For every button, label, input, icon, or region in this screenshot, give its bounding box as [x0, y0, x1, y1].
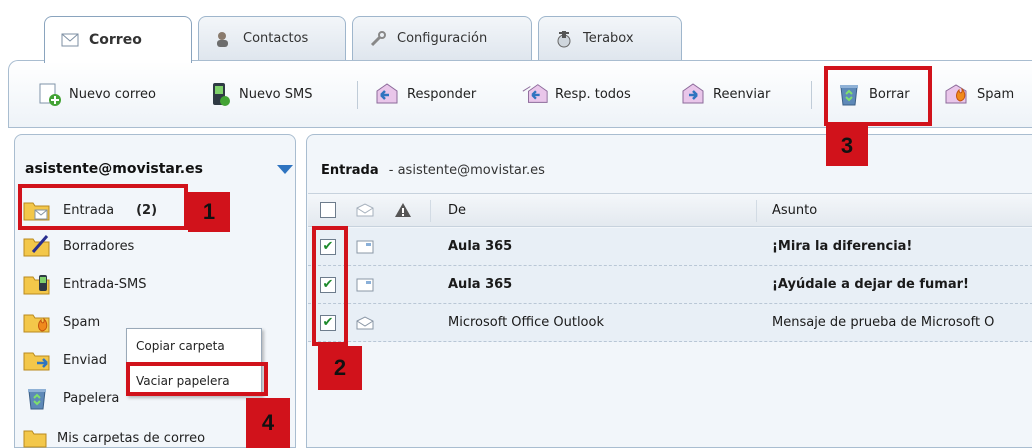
new-sms-button[interactable]: Nuevo SMS	[205, 77, 312, 111]
tab-terabox[interactable]: Terabox	[538, 16, 682, 60]
toolbar-separator	[811, 81, 812, 109]
envelope-icon	[59, 29, 81, 51]
sender: Microsoft Office Outlook	[448, 315, 604, 330]
trash-folder-icon	[23, 384, 51, 412]
new-mail-icon	[35, 80, 63, 108]
wrench-icon	[367, 28, 389, 50]
read-status-column-icon[interactable]	[356, 194, 374, 226]
column-separator	[756, 200, 757, 222]
tab-label: Configuración	[397, 31, 488, 46]
reply-all-label: Resp. todos	[555, 86, 631, 102]
priority-column-icon[interactable]	[394, 194, 412, 226]
step-badge-3: 3	[826, 126, 868, 166]
drafts-folder-icon	[23, 232, 51, 260]
spam-label: Spam	[977, 86, 1015, 102]
tab-correo[interactable]: Correo	[44, 16, 192, 63]
reply-label: Responder	[407, 86, 477, 102]
reply-all-button[interactable]: Resp. todos	[521, 77, 631, 111]
folder-borradores[interactable]: Borradores	[23, 231, 134, 261]
highlight-box-3	[824, 66, 932, 126]
subject: ¡Ayúdale a dejar de fumar!	[772, 277, 969, 292]
tab-label: Contactos	[243, 31, 309, 46]
folder-mis-carpetas[interactable]: Mis carpetas de correo	[21, 423, 205, 448]
highlight-box-2	[312, 226, 348, 346]
spam-icon	[943, 80, 971, 108]
sms-folder-icon	[23, 270, 51, 298]
sender: Aula 365	[448, 277, 513, 292]
forward-icon	[679, 80, 707, 108]
reply-icon	[373, 80, 401, 108]
chevron-down-icon[interactable]	[277, 165, 293, 174]
new-mail-label: Nuevo correo	[69, 86, 156, 102]
from-column-header[interactable]: De	[448, 194, 466, 226]
column-separator	[430, 200, 431, 222]
step-badge-4: 4	[246, 398, 290, 448]
subject: Mensaje de prueba de Microsoft O	[772, 315, 995, 330]
sent-folder-icon	[23, 346, 51, 374]
reply-button[interactable]: Responder	[373, 77, 476, 111]
tab-configuracion[interactable]: Configuración	[352, 16, 532, 60]
folder-label: Papelera	[63, 390, 120, 406]
account-name[interactable]: asistente@movistar.es	[25, 161, 203, 177]
tab-contactos[interactable]: Contactos	[198, 16, 346, 60]
highlight-box-4	[126, 362, 268, 396]
unread-mail-icon	[356, 266, 374, 303]
read-mail-icon	[356, 304, 374, 341]
folder-label: Enviad	[63, 352, 107, 368]
message-list-header: De Asunto	[308, 193, 1032, 227]
toolbar-separator	[357, 81, 358, 109]
folder-spam[interactable]: Spam	[23, 307, 100, 337]
forward-button[interactable]: Reenviar	[679, 77, 770, 111]
highlight-box-1	[18, 184, 188, 230]
new-sms-label: Nuevo SMS	[239, 86, 313, 102]
reply-all-icon	[521, 80, 549, 108]
folder-papelera[interactable]: Papelera	[23, 383, 119, 413]
message-row[interactable]: ✔ Aula 365 ¡Ayúdale a dejar de fumar!	[308, 266, 1032, 304]
tab-label: Correo	[89, 32, 142, 48]
copy-folder-menu-item[interactable]: Copiar carpeta	[136, 334, 225, 358]
new-mail-button[interactable]: Nuevo correo	[35, 77, 156, 111]
folder-entrada-sms[interactable]: Entrada-SMS	[23, 269, 147, 299]
folder-label: Entrada-SMS	[63, 276, 147, 292]
folder-label: Spam	[63, 314, 101, 330]
step-badge-2: 2	[318, 346, 362, 390]
forward-label: Reenviar	[713, 86, 771, 102]
step-badge-1: 1	[188, 192, 230, 232]
sender: Aula 365	[448, 239, 513, 254]
select-all-checkbox[interactable]	[320, 202, 336, 218]
folder-enviados[interactable]: Enviad	[23, 345, 107, 375]
folder-label: Borradores	[63, 238, 135, 254]
tab-label: Terabox	[583, 31, 634, 46]
my-folders-icon	[21, 424, 49, 448]
tab-bar: Correo Contactos Configuración Terabox	[0, 0, 1032, 63]
message-row[interactable]: ✔ Aula 365 ¡Mira la diferencia!	[308, 228, 1032, 266]
contacts-icon	[213, 28, 235, 50]
subject: ¡Mira la diferencia!	[772, 239, 913, 254]
message-row[interactable]: ✔ Microsoft Office Outlook Mensaje de pr…	[308, 304, 1032, 342]
folder-subtitle: - asistente@movistar.es	[388, 163, 545, 178]
spam-button[interactable]: Spam	[943, 77, 1014, 111]
phone-icon	[205, 80, 233, 108]
unread-mail-icon	[356, 228, 374, 265]
message-list-panel: Entrada - asistente@movistar.es De Asunt…	[306, 134, 1032, 448]
folder-title: Entrada	[321, 163, 379, 178]
spam-folder-icon	[23, 308, 51, 336]
folder-header: Entrada - asistente@movistar.es	[321, 163, 545, 178]
terabox-icon	[553, 28, 575, 50]
subject-column-header[interactable]: Asunto	[772, 194, 817, 226]
folder-label: Mis carpetas de correo	[57, 430, 206, 446]
